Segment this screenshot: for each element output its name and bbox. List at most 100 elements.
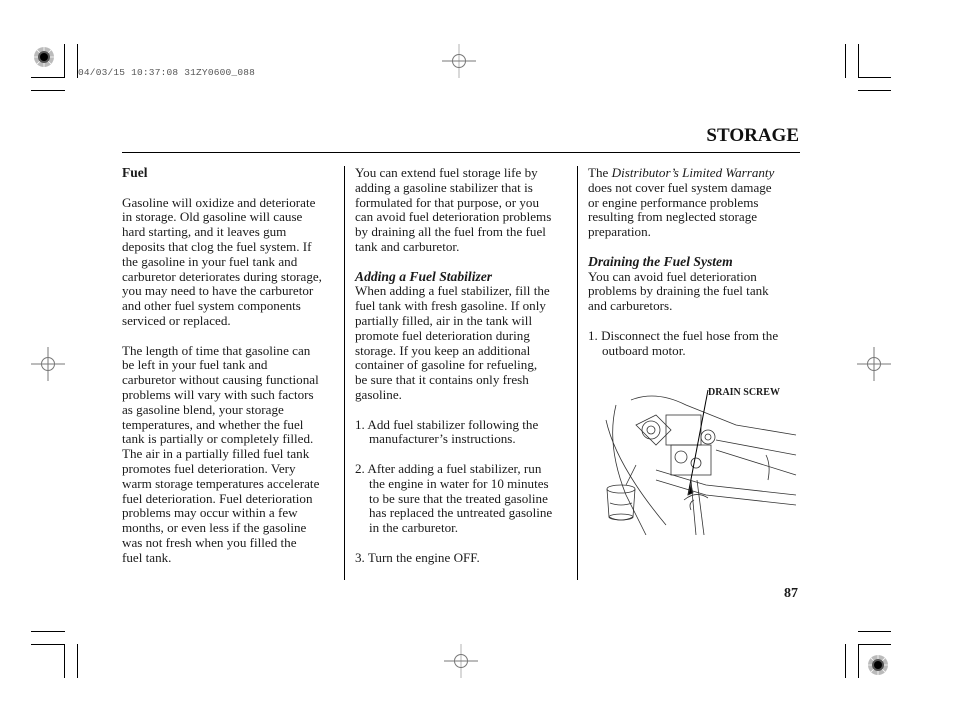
step-line: has replaced the untreated gasoline	[369, 505, 553, 521]
text-line: and carburetors.	[588, 298, 673, 314]
text-line: and other fuel system components	[122, 298, 301, 314]
crop-mark	[77, 644, 78, 678]
numbered-step: 1. Add fuel stabilizer following the manu…	[355, 417, 577, 448]
crosshair-mark-bottom	[444, 644, 478, 683]
text-line: be sure that it contains only fresh	[355, 372, 529, 388]
text-line: or engine performance problems	[588, 194, 759, 210]
text-line: The air in a partially filled fuel tank	[122, 446, 310, 462]
text-line: tank and carburetor.	[355, 238, 460, 254]
text-line: problems may occur within a few	[122, 505, 298, 521]
warranty-note: The Distributor’s Limited Warranty	[588, 165, 803, 181]
crosshair-mark-top	[442, 44, 476, 83]
text-line: carburetor without causing functional	[122, 372, 319, 388]
column-divider	[577, 166, 578, 580]
outboard-carburetor-drawing	[605, 389, 797, 536]
text-line: promote fuel deterioration during	[355, 327, 530, 343]
text-line: adding a gasoline stabilizer that is	[355, 179, 533, 195]
warranty-prefix: The	[588, 165, 612, 180]
step-line: in the carburetor.	[369, 520, 459, 536]
column-2: You can extend fuel storage life by addin…	[355, 165, 577, 566]
crop-mark	[31, 644, 65, 645]
print-timestamp: 04/03/15 10:37:08 31ZY0600_088	[78, 67, 256, 78]
crosshair-mark-left	[31, 347, 65, 386]
crop-mark	[858, 631, 891, 632]
text-line: resulting from neglected storage	[588, 209, 758, 225]
text-line: storage. If you keep an additional	[355, 342, 531, 358]
crosshair-icon	[31, 347, 65, 381]
step-line: 1. Disconnect the fuel hose from the	[588, 327, 779, 343]
text-line: can avoid fuel deterioration problems	[355, 209, 552, 225]
text-line: warm storage temperatures accelerate	[122, 475, 320, 491]
text-line: The length of time that gasoline can	[122, 342, 311, 358]
text-line: does not cover fuel system damage	[588, 179, 772, 195]
draining-heading: Draining the Fuel System	[588, 253, 733, 269]
column-1: Fuel Gasoline will oxidize and deteriora…	[122, 165, 342, 566]
text-line: months, or even less if the gasoline	[122, 520, 307, 536]
stabilizer-intro: You can extend fuel storage life by addin…	[355, 165, 577, 255]
text-line: carburetor deteriorates during storage,	[122, 268, 322, 284]
text-line: formulated for that purpose, or you	[355, 194, 539, 210]
numbered-step: 3. Turn the engine OFF.	[355, 549, 577, 566]
crosshair-mark-right	[857, 347, 891, 386]
text-line: temperatures, and whether the fuel	[122, 416, 304, 432]
crop-mark	[31, 77, 65, 78]
text-line: serviced or replaced.	[122, 312, 231, 328]
crop-mark	[64, 644, 65, 678]
text-line: you may need to have the carburetor	[122, 283, 314, 299]
page-number: 87	[784, 586, 798, 601]
warranty-text: does not cover fuel system damage or engi…	[588, 179, 803, 240]
draining-body: You can avoid fuel deterioration problems…	[588, 268, 803, 314]
numbered-step: 2. After adding a fuel stabilizer, run th…	[355, 461, 577, 536]
crop-mark	[858, 77, 891, 78]
section-title: STORAGE	[706, 125, 799, 146]
text-line: by draining all the fuel from the fuel	[355, 224, 546, 240]
fuel-heading: Fuel	[122, 165, 148, 180]
warranty-title: Distributor’s Limited Warranty	[611, 165, 775, 180]
crosshair-icon	[444, 644, 478, 678]
text-line: partially filled, air in the tank will	[355, 312, 533, 328]
text-line: problems by draining the fuel tank	[588, 283, 769, 299]
text-line: preparation.	[588, 224, 651, 240]
registration-mark-top-left	[33, 46, 55, 68]
column-3: The Distributor’s Limited Warranty does …	[588, 165, 803, 358]
crop-mark	[845, 644, 846, 678]
header-rule	[122, 152, 800, 153]
step-line: manufacturer’s instructions.	[369, 431, 516, 447]
text-line: tank is partially or completely filled.	[122, 431, 314, 447]
step-line: to be sure that the treated gasoline	[369, 490, 548, 506]
crop-mark	[858, 644, 859, 678]
text-line: as gasoline blend, your storage	[122, 401, 284, 417]
crop-mark	[31, 90, 65, 91]
adding-stabilizer-heading: Adding a Fuel Stabilizer	[355, 268, 493, 284]
text-line: You can avoid fuel deterioration	[588, 268, 757, 284]
crosshair-icon	[442, 44, 476, 78]
crosshair-icon	[857, 347, 891, 381]
text-line: fuel tank.	[122, 549, 172, 565]
fuel-paragraph-1: Gasoline will oxidize and deteriorate in …	[122, 194, 342, 329]
registration-target-icon	[34, 47, 54, 67]
crop-mark	[858, 90, 891, 91]
text-line: When adding a fuel stabilizer, fill the	[355, 283, 550, 299]
text-line: Gasoline will oxidize and deteriorate	[122, 194, 316, 210]
text-line: gasoline.	[355, 386, 402, 402]
text-line: fuel tank with fresh gasoline. If only	[355, 298, 546, 314]
registration-mark-bottom-right	[867, 654, 889, 676]
text-line: problems will vary with such factors	[122, 386, 314, 402]
step-line: outboard motor.	[602, 342, 686, 358]
crop-mark	[858, 644, 891, 645]
text-line: fuel deterioration. Fuel deterioration	[122, 490, 313, 506]
crop-mark	[31, 631, 65, 632]
text-line: was not fresh when you filled the	[122, 534, 297, 550]
draining-steps: 1. Disconnect the fuel hose from the outb…	[588, 314, 803, 358]
text-line: container of gasoline for refueling,	[355, 357, 538, 373]
stabilizer-body: When adding a fuel stabilizer, fill the f…	[355, 284, 577, 402]
text-line: deposits that clog the fuel system. If	[122, 238, 312, 254]
text-line: in storage. Old gasoline will cause	[122, 209, 303, 225]
crop-mark	[858, 44, 859, 78]
text-line: the gasoline in your fuel tank and	[122, 253, 298, 269]
text-line: be left in your fuel tank and	[122, 357, 268, 373]
text-line: promotes fuel deterioration. Very	[122, 460, 296, 476]
drain-screw-illustration	[596, 385, 804, 536]
step-line: 3. Turn the engine OFF.	[355, 549, 480, 565]
column-divider	[344, 166, 345, 580]
